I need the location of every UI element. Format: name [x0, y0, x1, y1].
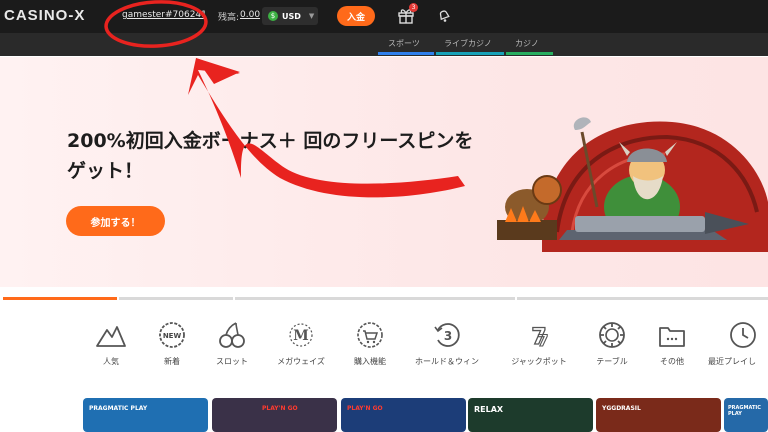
site-logo[interactable]: CASINO-X [4, 7, 85, 24]
category-hold-win[interactable]: 3 ホールド＆ウィン [412, 320, 482, 367]
slide-indicator-4[interactable] [517, 297, 768, 300]
join-button[interactable]: 参加する！ [66, 206, 165, 236]
chip-icon [599, 322, 625, 348]
category-other[interactable]: その他 [637, 320, 707, 367]
slide-indicator-1[interactable] [3, 297, 117, 300]
game-tile-4[interactable]: RELAX [468, 398, 593, 432]
tab-live-casino-underline [436, 52, 504, 55]
casino-page: CASINO-X gamester#706241 残高: 0.00 $ USD … [0, 0, 768, 432]
promo-title: 200%初回入金ボーナス＋ 回のフリースピンをゲット！ [67, 130, 474, 182]
category-recently-played[interactable]: 最近プレイし [708, 320, 768, 367]
provider-logo: RELAX [474, 405, 504, 414]
megaways-icon: M [289, 323, 313, 347]
provider-logo: PLAY'N GO [262, 405, 298, 412]
bell-icon[interactable] [436, 7, 452, 23]
provider-logo: PLAY'N GO [347, 405, 383, 412]
svg-text:7: 7 [537, 331, 548, 350]
cart-icon [357, 322, 383, 348]
history-clock-icon [730, 322, 756, 348]
jackpot-777-icon: 7 7 [531, 324, 549, 350]
game-tile-3[interactable]: PLAY'N GO [341, 398, 466, 432]
category-jackpot[interactable]: 7 7 ジャックポット [504, 320, 574, 367]
hold-win-icon: 3 [434, 323, 460, 347]
category-buy-feature[interactable]: 購入機能 [335, 320, 405, 367]
dollar-coin-icon: $ [268, 11, 278, 21]
category-label: ジャックポット [511, 357, 567, 366]
category-label: その他 [660, 357, 684, 366]
tab-sports[interactable]: スポーツ [388, 38, 420, 49]
chevron-down-icon: ▼ [308, 12, 315, 20]
new-badge-icon: NEW [159, 322, 185, 348]
game-tile-6[interactable]: PRAGMATIC PLAY [724, 398, 768, 432]
category-popular[interactable]: 人気 [76, 320, 146, 367]
category-label: 購入機能 [354, 357, 386, 366]
category-label: スロット [216, 357, 248, 366]
mountain-icon [96, 326, 126, 347]
tab-casino-underline [506, 52, 553, 55]
category-label: 人気 [103, 357, 119, 366]
folder-icon [659, 327, 685, 347]
category-label: 最近プレイし [708, 357, 756, 366]
cherry-icon [219, 322, 245, 348]
tab-sports-underline [378, 52, 434, 55]
provider-logo: PRAGMATIC PLAY [728, 405, 761, 417]
svg-text:M: M [293, 328, 309, 344]
category-label: ホールド＆ウィン [415, 357, 479, 366]
game-tile-5[interactable]: YGGDRASIL [596, 398, 721, 432]
gift-count-badge: 3 [409, 3, 418, 12]
tab-casino[interactable]: カジノ [515, 38, 539, 49]
provider-logo: YGGDRASIL [602, 405, 641, 412]
game-tile-2[interactable]: PLAY'N GO [212, 398, 337, 432]
category-label: メガウェイズ [277, 357, 325, 366]
category-bar: 人気 NEW 新着 スロット M メガウェイズ 購入機能 3 ホールド＆ウィン … [0, 320, 768, 380]
deposit-button[interactable]: 入金 [337, 6, 375, 26]
tab-live-casino[interactable]: ライブカジノ [444, 38, 492, 49]
username-link[interactable]: gamester#706241 [122, 10, 207, 20]
category-megaways[interactable]: M メガウェイズ [266, 320, 336, 367]
viking-illustration [497, 117, 768, 252]
currency-selector[interactable]: $ USD ▼ [262, 7, 318, 25]
category-slots[interactable]: スロット [197, 320, 267, 367]
sub-navigation: スポーツ ライブカジノ カジノ [0, 33, 768, 56]
balance-label: 残高: [218, 13, 240, 23]
provider-logo: PRAGMATIC PLAY [89, 405, 148, 412]
game-tile-1[interactable]: PRAGMATIC PLAY [83, 398, 208, 432]
slide-indicator-2[interactable] [119, 297, 233, 300]
svg-text:3: 3 [444, 329, 452, 343]
balance-value[interactable]: 0.00 [240, 10, 260, 20]
svg-text:NEW: NEW [163, 332, 182, 340]
top-bar: CASINO-X gamester#706241 残高: 0.00 $ USD … [0, 0, 768, 33]
currency-code: USD [282, 11, 301, 21]
promo-banner[interactable]: 200%初回入金ボーナス＋ 回のフリースピンをゲット！ 参加する！ [0, 57, 768, 287]
slide-indicator-3[interactable] [235, 297, 515, 300]
